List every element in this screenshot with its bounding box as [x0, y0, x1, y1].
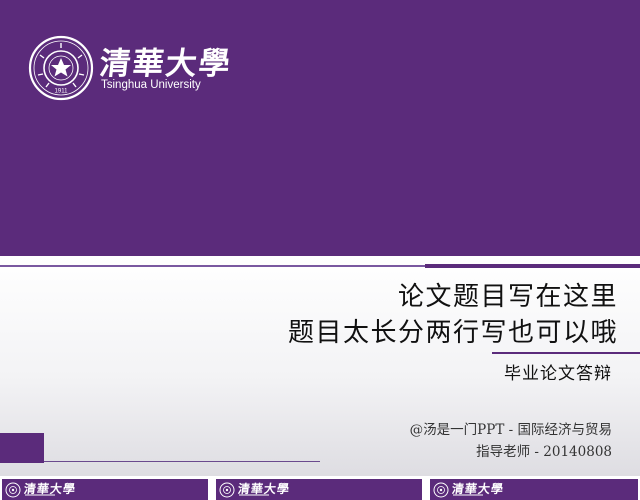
university-name-cn: 清華大學: [97, 46, 234, 82]
seal-year-text: 1911: [55, 89, 69, 95]
accent-bar: [425, 264, 640, 268]
subtitle-divider: [492, 352, 640, 354]
slide-thumbnail-1[interactable]: 清華大學: [2, 479, 208, 500]
bottom-divider: [44, 461, 320, 462]
thumbnail-subtext: [453, 494, 483, 496]
tsinghua-seal-icon: 1911: [28, 35, 94, 101]
thumbnail-subtext: [239, 494, 269, 496]
advisor-line: 指导老师 - 20140808: [476, 444, 612, 460]
thesis-title-line-1: 论文题目写在这里: [397, 282, 618, 312]
thumbnail-subtext: [25, 494, 55, 496]
slide-thumbnail-3[interactable]: 清華大學: [430, 479, 638, 500]
accent-square: [0, 433, 44, 463]
defense-subtitle: 毕业论文答辩: [504, 364, 612, 384]
slide-thumbnail-2[interactable]: 清華大學: [216, 479, 422, 500]
header-banner: 1911 清華大學 Tsinghua University: [0, 0, 640, 256]
university-name-en: Tsinghua University: [101, 79, 201, 91]
tsinghua-seal-icon: [5, 482, 21, 498]
tsinghua-seal-icon: [433, 482, 449, 498]
tsinghua-seal-icon: [219, 482, 235, 498]
author-line: @汤是一门PPT - 国际经济与贸易: [409, 422, 612, 438]
thesis-title-line-2: 题目太长分两行写也可以哦: [287, 318, 618, 348]
